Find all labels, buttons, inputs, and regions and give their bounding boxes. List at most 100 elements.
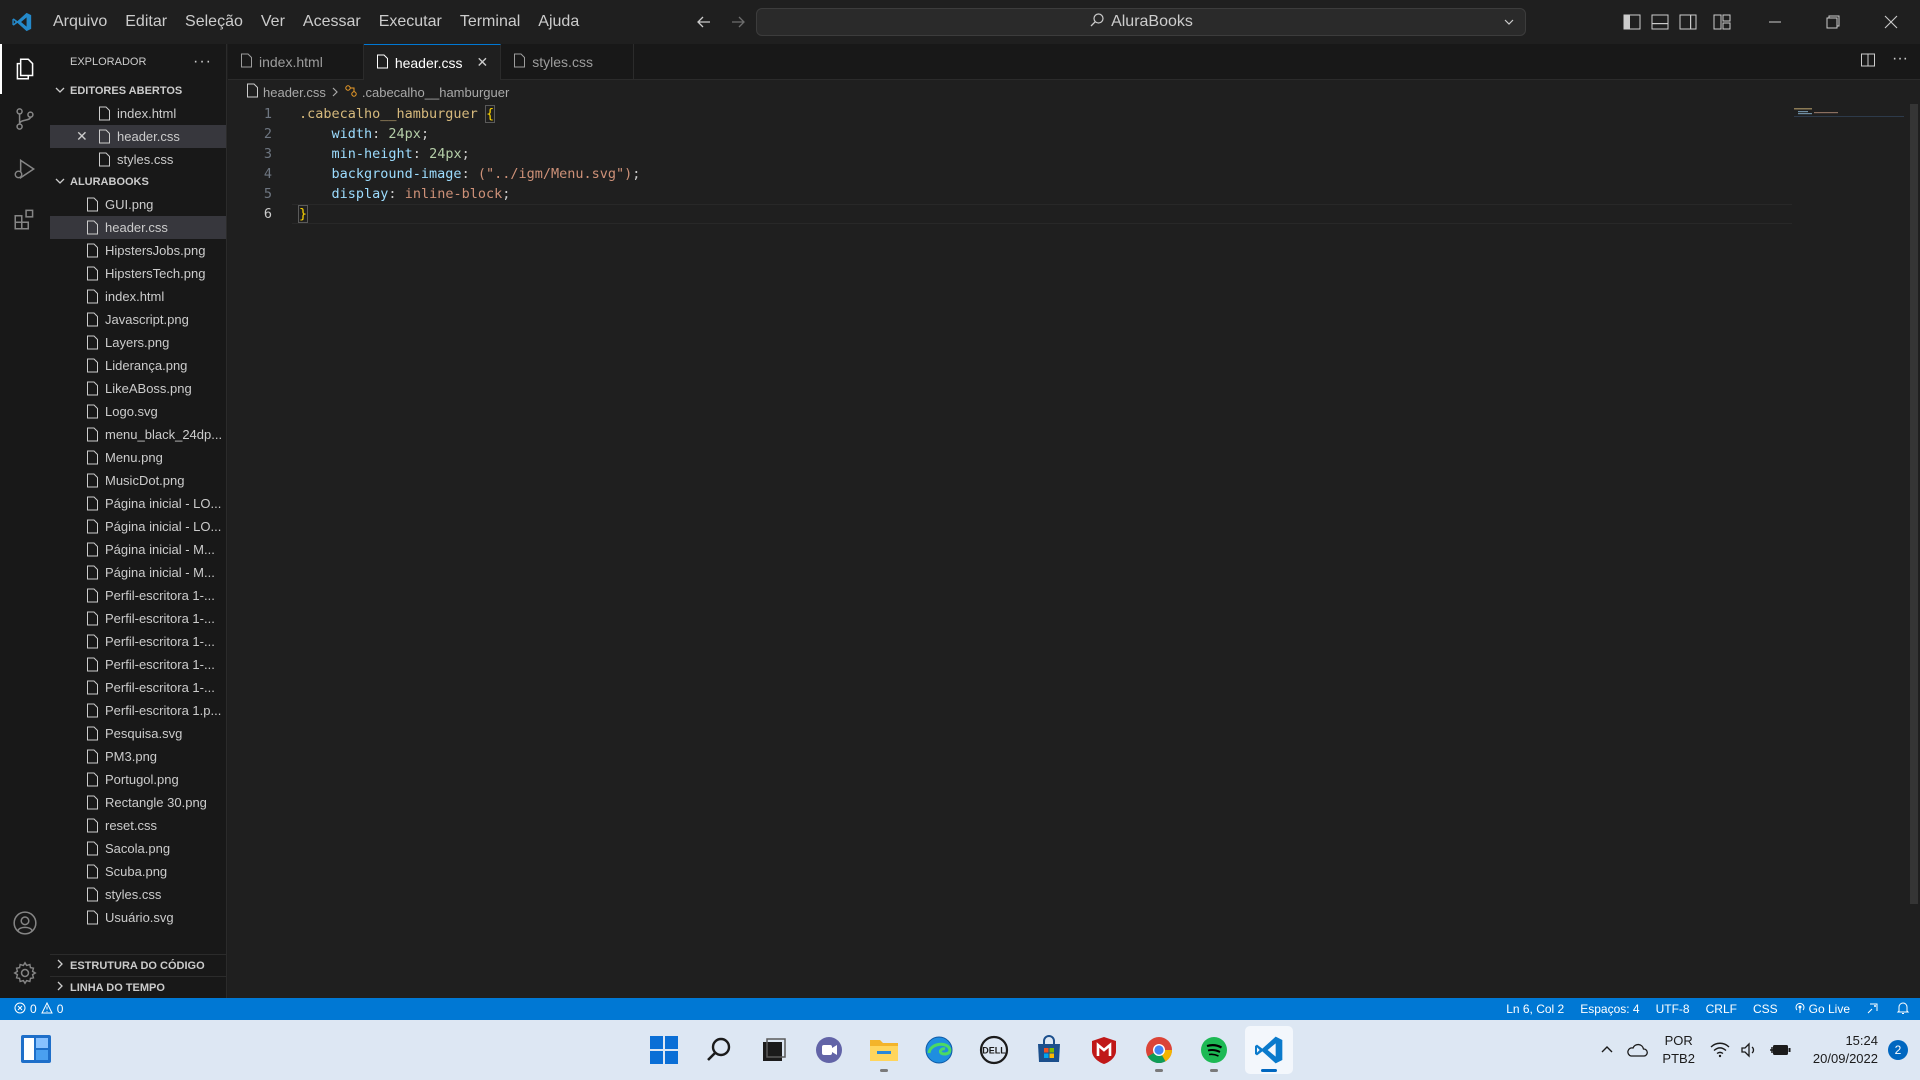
- tab-styles-css[interactable]: styles.css: [501, 44, 634, 79]
- minimap[interactable]: [1794, 106, 1904, 118]
- microsoft-store-icon[interactable]: [1025, 1026, 1073, 1074]
- open-editors-section[interactable]: EDITORES ABERTOS: [50, 80, 226, 102]
- scrollbar-thumb[interactable]: [1910, 104, 1918, 904]
- menu-arquivo[interactable]: Arquivo: [44, 7, 116, 37]
- file-tree-item[interactable]: Scuba.png: [50, 860, 226, 883]
- notification-badge[interactable]: 2: [1888, 1040, 1908, 1060]
- outline-section[interactable]: ESTRUTURA DO CÓDIGO: [50, 954, 226, 976]
- start-button-icon[interactable]: [640, 1026, 688, 1074]
- file-tree-item[interactable]: Página inicial - M...: [50, 561, 226, 584]
- file-tree-item[interactable]: HipstersJobs.png: [50, 239, 226, 262]
- extensions-icon[interactable]: [0, 194, 50, 244]
- teams-chat-icon[interactable]: [805, 1026, 853, 1074]
- timeline-section[interactable]: LINHA DO TEMPO: [50, 976, 226, 998]
- split-editor-icon[interactable]: [1860, 52, 1876, 71]
- code-editor[interactable]: 1 .cabecalho__hamburguer { 2 width: 24px…: [228, 104, 1920, 998]
- feedback-icon[interactable]: [1866, 1001, 1880, 1018]
- indentation[interactable]: Espaços: 4: [1580, 1002, 1639, 1016]
- open-editor-item[interactable]: ✕ header.css: [50, 125, 226, 148]
- vscode-taskbar-icon[interactable]: [1245, 1026, 1293, 1074]
- end-of-line[interactable]: CRLF: [1706, 1002, 1737, 1016]
- menu-ajuda[interactable]: Ajuda: [529, 7, 588, 37]
- task-view-icon[interactable]: [750, 1026, 798, 1074]
- widgets-icon[interactable]: [20, 1034, 52, 1064]
- open-editor-item[interactable]: styles.css: [50, 148, 226, 171]
- file-tree-item[interactable]: Perfil-escritora 1-...: [50, 607, 226, 630]
- cursor-position[interactable]: Ln 6, Col 2: [1506, 1002, 1564, 1016]
- chevron-up-icon[interactable]: [1592, 1035, 1622, 1065]
- file-tree-item[interactable]: Javascript.png: [50, 308, 226, 331]
- notifications-bell-icon[interactable]: [1896, 1001, 1910, 1018]
- customize-layout-icon[interactable]: [1708, 8, 1736, 36]
- file-tree-item[interactable]: Perfil-escritora 1.p...: [50, 699, 226, 722]
- file-tree-item[interactable]: Perfil-escritora 1-...: [50, 676, 226, 699]
- more-actions-icon[interactable]: ···: [193, 53, 212, 71]
- chevron-down-icon[interactable]: [1501, 14, 1517, 35]
- forward-arrow-icon[interactable]: [726, 10, 750, 34]
- file-tree-item[interactable]: Menu.png: [50, 446, 226, 469]
- problems-indicator[interactable]: 0 0: [0, 1001, 63, 1017]
- file-tree-item[interactable]: Página inicial - LO...: [50, 515, 226, 538]
- file-tree-item[interactable]: menu_black_24dp...: [50, 423, 226, 446]
- file-tree-item[interactable]: Logo.svg: [50, 400, 226, 423]
- back-arrow-icon[interactable]: [692, 10, 716, 34]
- settings-gear-icon[interactable]: [0, 948, 50, 998]
- file-tree-item[interactable]: Liderança.png: [50, 354, 226, 377]
- wifi-icon[interactable]: [1705, 1035, 1735, 1065]
- tab-header-css[interactable]: header.css ✕: [363, 44, 502, 80]
- file-tree-item[interactable]: index.html: [50, 285, 226, 308]
- file-tree-item[interactable]: Perfil-escritora 1-...: [50, 653, 226, 676]
- folder-section[interactable]: ALURABOOKS: [50, 171, 226, 193]
- menu-ver[interactable]: Ver: [252, 7, 294, 37]
- file-tree-item[interactable]: Usuário.svg: [50, 906, 226, 929]
- close-tab-icon[interactable]: ✕: [477, 54, 489, 71]
- menu-selecao[interactable]: Seleção: [176, 7, 252, 37]
- tab-index-html[interactable]: index.html: [228, 44, 364, 79]
- menu-terminal[interactable]: Terminal: [451, 7, 529, 37]
- file-tree-item[interactable]: Página inicial - M...: [50, 538, 226, 561]
- menu-editar[interactable]: Editar: [116, 7, 176, 37]
- file-tree-item[interactable]: HipstersTech.png: [50, 262, 226, 285]
- file-tree-item[interactable]: Rectangle 30.png: [50, 791, 226, 814]
- encoding[interactable]: UTF-8: [1656, 1002, 1690, 1016]
- accounts-icon[interactable]: [0, 898, 50, 948]
- onedrive-cloud-icon[interactable]: [1622, 1035, 1652, 1065]
- file-tree-item[interactable]: Página inicial - LO...: [50, 492, 226, 515]
- menu-executar[interactable]: Executar: [370, 7, 451, 37]
- file-tree-item[interactable]: LikeABoss.png: [50, 377, 226, 400]
- file-tree-item[interactable]: Sacola.png: [50, 837, 226, 860]
- menu-acessar[interactable]: Acessar: [294, 7, 370, 37]
- source-control-icon[interactable]: [0, 94, 50, 144]
- toggle-panel-icon[interactable]: [1646, 8, 1674, 36]
- toggle-secondary-sidebar-icon[interactable]: [1674, 8, 1702, 36]
- chrome-icon[interactable]: [1135, 1026, 1183, 1074]
- breadcrumb-file[interactable]: header.css: [263, 85, 326, 100]
- battery-icon[interactable]: [1765, 1035, 1795, 1065]
- go-live-button[interactable]: Go Live: [1794, 1002, 1850, 1017]
- file-tree-item[interactable]: Portugol.png: [50, 768, 226, 791]
- file-tree-item[interactable]: PM3.png: [50, 745, 226, 768]
- breadcrumb-symbol[interactable]: .cabecalho__hamburguer: [362, 85, 509, 100]
- volume-icon[interactable]: [1735, 1035, 1765, 1065]
- search-icon[interactable]: [695, 1026, 743, 1074]
- minimize-icon[interactable]: [1746, 0, 1804, 44]
- file-explorer-icon[interactable]: [860, 1026, 908, 1074]
- toggle-primary-sidebar-icon[interactable]: [1618, 8, 1646, 36]
- open-editor-item[interactable]: index.html: [50, 102, 226, 125]
- file-tree-item[interactable]: Pesquisa.svg: [50, 722, 226, 745]
- file-tree-item[interactable]: header.css: [50, 216, 226, 239]
- dell-icon[interactable]: DELL: [970, 1026, 1018, 1074]
- spotify-icon[interactable]: [1190, 1026, 1238, 1074]
- file-tree-item[interactable]: reset.css: [50, 814, 226, 837]
- run-debug-icon[interactable]: [0, 144, 50, 194]
- close-icon[interactable]: ✕: [76, 128, 88, 145]
- command-center-search[interactable]: AluraBooks: [756, 8, 1526, 36]
- file-tree-item[interactable]: styles.css: [50, 883, 226, 906]
- file-tree-item[interactable]: Layers.png: [50, 331, 226, 354]
- file-tree-item[interactable]: Perfil-escritora 1-...: [50, 630, 226, 653]
- clock[interactable]: 15:24 20/09/2022: [1813, 1032, 1878, 1068]
- input-language[interactable]: POR PTB2: [1662, 1032, 1695, 1068]
- restore-icon[interactable]: [1804, 0, 1862, 44]
- more-actions-icon[interactable]: ···: [1892, 51, 1908, 71]
- file-tree-item[interactable]: Perfil-escritora 1-...: [50, 584, 226, 607]
